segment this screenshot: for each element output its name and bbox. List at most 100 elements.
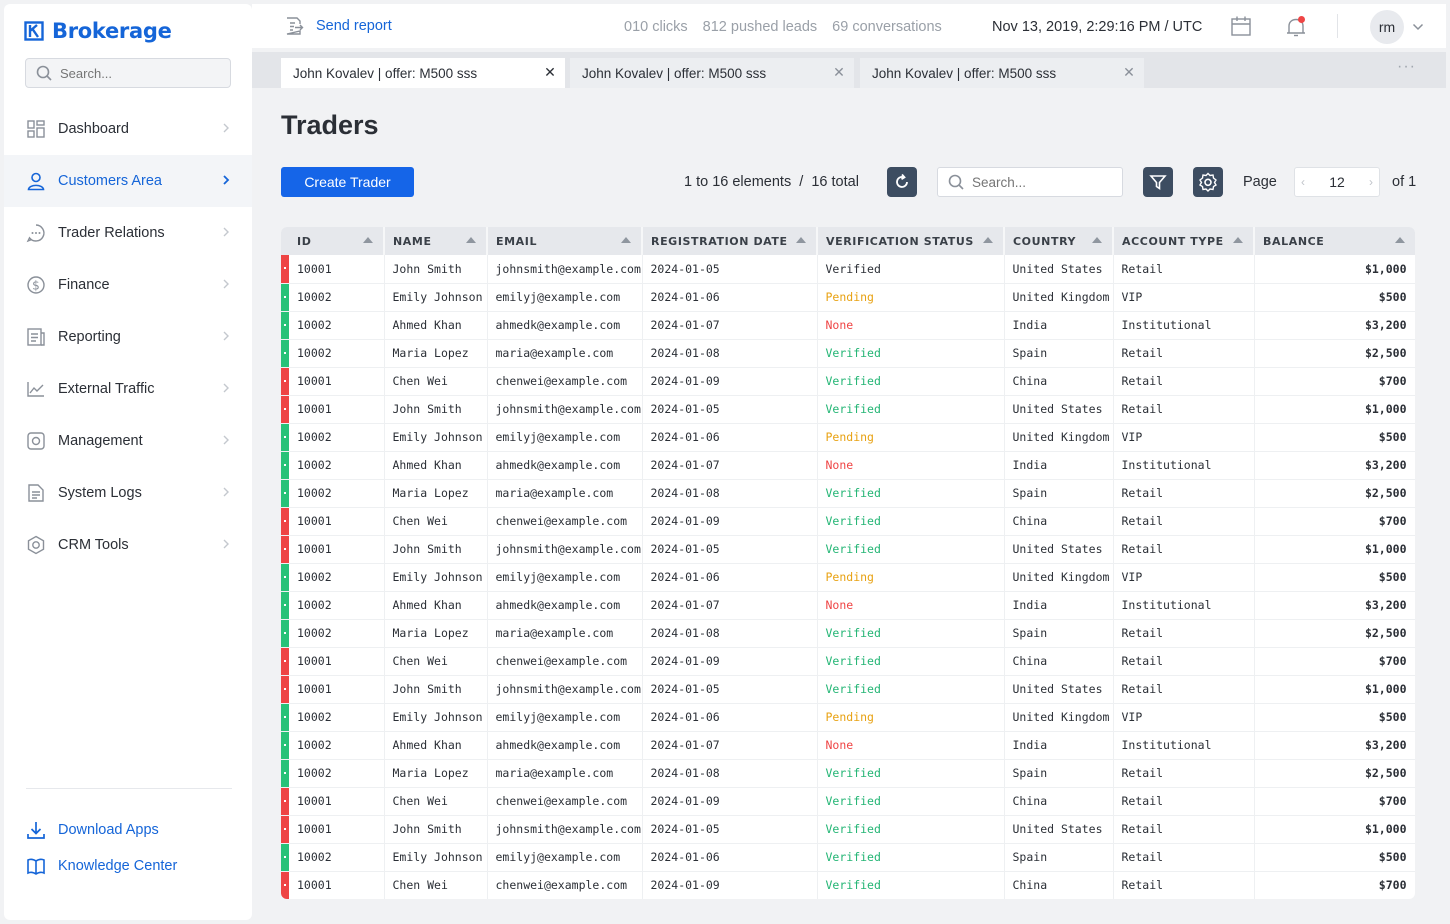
table-row[interactable]: 10001 Chen Wei chenwei@example.com 2024-01-… bbox=[281, 507, 1415, 536]
cell-name: Emily Johnson bbox=[384, 563, 488, 592]
sidebar-nav: Dashboard Customers Area Trader Relation… bbox=[4, 103, 252, 571]
table-row[interactable]: 10001 Chen Wei chenwei@example.com 2024-01-… bbox=[281, 787, 1415, 816]
cell-name: Ahmed Khan bbox=[384, 731, 488, 760]
sidebar-item-customers-area[interactable]: Customers Area bbox=[4, 155, 252, 207]
row-status-indicator bbox=[281, 871, 289, 899]
sidebar-search[interactable] bbox=[25, 58, 231, 88]
sidebar-search-input[interactable] bbox=[60, 65, 220, 81]
table-row[interactable]: 10002 Ahmed Khan ahmedk@example.com 2024-01… bbox=[281, 311, 1415, 340]
cell-email: johnsmith@example.com bbox=[487, 535, 643, 564]
table-row[interactable]: 10001 Chen Wei chenwei@example.com 2024-01-… bbox=[281, 367, 1415, 396]
tab-trader-1[interactable]: John Kovalev | offer: M500 sss ✕ bbox=[281, 58, 565, 88]
page-stepper[interactable]: ‹ 12 › bbox=[1294, 167, 1380, 197]
tab-trader-2[interactable]: John Kovalev | offer: M500 sss ✕ bbox=[570, 58, 854, 88]
table-row[interactable]: 10002 Emily Johnson emilyj@example.com 2024… bbox=[281, 563, 1415, 592]
chevron-right-icon[interactable]: › bbox=[1369, 175, 1373, 189]
column-header-balance[interactable]: BALANCE bbox=[1254, 227, 1415, 255]
cell-id: 10002 bbox=[289, 283, 385, 312]
sort-arrow-icon[interactable] bbox=[363, 237, 373, 243]
cell-verification-status: Verified bbox=[817, 843, 1005, 872]
sort-arrow-icon[interactable] bbox=[466, 237, 476, 243]
column-header-email[interactable]: EMAIL bbox=[487, 227, 643, 255]
cell-verification-status: Verified bbox=[817, 675, 1005, 704]
sort-arrow-icon[interactable] bbox=[1395, 237, 1405, 243]
chevron-down-icon[interactable] bbox=[1412, 23, 1424, 31]
column-header-country[interactable]: COUNTRY bbox=[1004, 227, 1114, 255]
sort-arrow-icon[interactable] bbox=[1233, 237, 1243, 243]
avatar[interactable]: rm bbox=[1370, 10, 1404, 44]
column-header-verification-status[interactable]: VERIFICATION STATUS bbox=[817, 227, 1005, 255]
refresh-button[interactable] bbox=[887, 167, 917, 197]
table-row[interactable]: 10002 Maria Lopez maria@example.com 2024-01… bbox=[281, 339, 1415, 368]
knowledge-center-link[interactable]: Knowledge Center bbox=[26, 856, 177, 876]
cell-country: United States bbox=[1004, 255, 1114, 284]
brand-logo[interactable]: Brokerage bbox=[24, 16, 172, 46]
table-row[interactable]: 10002 Maria Lopez maria@example.com 2024-01… bbox=[281, 619, 1415, 648]
close-icon[interactable]: ✕ bbox=[832, 65, 846, 79]
sidebar-item-external-traffic[interactable]: External Traffic bbox=[4, 363, 252, 415]
table-row[interactable]: 10002 Emily Johnson emilyj@example.com 2024… bbox=[281, 703, 1415, 732]
cell-account-type: Retail bbox=[1113, 255, 1255, 284]
column-header-name[interactable]: NAME bbox=[384, 227, 488, 255]
table-row[interactable]: 10001 John Smith johnsmith@example.com 2024… bbox=[281, 535, 1415, 564]
cell-balance: $700 bbox=[1254, 871, 1415, 899]
settings-icon bbox=[1199, 172, 1217, 192]
cell-registration-date: 2024-01-09 bbox=[642, 507, 818, 536]
send-report-button[interactable]: Send report bbox=[284, 16, 392, 36]
filter-button[interactable] bbox=[1143, 167, 1173, 197]
close-icon[interactable]: ✕ bbox=[1122, 65, 1136, 79]
table-row[interactable]: 10001 John Smith johnsmith@example.com 2024… bbox=[281, 675, 1415, 704]
sort-arrow-icon[interactable] bbox=[796, 237, 806, 243]
table-row[interactable]: 10001 John Smith johnsmith@example.com 2024… bbox=[281, 815, 1415, 844]
cell-id: 10001 bbox=[289, 871, 385, 899]
table-row[interactable]: 10002 Ahmed Khan ahmedk@example.com 2024-01… bbox=[281, 731, 1415, 760]
table-row[interactable]: 10002 Ahmed Khan ahmedk@example.com 2024-01… bbox=[281, 451, 1415, 480]
sidebar-item-management[interactable]: Management bbox=[4, 415, 252, 467]
download-apps-link[interactable]: Download Apps bbox=[26, 820, 159, 840]
sidebar-item-crm-tools[interactable]: CRM Tools bbox=[4, 519, 252, 571]
table-row[interactable]: 10002 Emily Johnson emilyj@example.com 2024… bbox=[281, 843, 1415, 872]
sort-arrow-icon[interactable] bbox=[1092, 237, 1102, 243]
sort-arrow-icon[interactable] bbox=[621, 237, 631, 243]
sort-arrow-icon[interactable] bbox=[983, 237, 993, 243]
sidebar-item-finance[interactable]: $ Finance bbox=[4, 259, 252, 311]
table-row[interactable]: 10002 Maria Lopez maria@example.com 2024-01… bbox=[281, 759, 1415, 788]
table-row[interactable]: 10001 Chen Wei chenwei@example.com 2024-01-… bbox=[281, 871, 1415, 899]
cell-verification-status: None bbox=[817, 451, 1005, 480]
cell-account-type: Retail bbox=[1113, 339, 1255, 368]
page-number[interactable]: 12 bbox=[1329, 174, 1345, 190]
cell-country: China bbox=[1004, 787, 1114, 816]
table-row[interactable]: 10002 Ahmed Khan ahmedk@example.com 2024-01… bbox=[281, 591, 1415, 620]
cell-email: chenwei@example.com bbox=[487, 871, 643, 899]
chevron-left-icon[interactable]: ‹ bbox=[1301, 175, 1305, 189]
settings-button[interactable] bbox=[1193, 167, 1223, 197]
book-icon bbox=[27, 858, 45, 875]
cell-balance: $1,000 bbox=[1254, 815, 1415, 844]
create-trader-button[interactable]: Create Trader bbox=[281, 167, 414, 197]
column-header-id[interactable]: ID bbox=[289, 227, 385, 255]
table-search-input[interactable] bbox=[972, 174, 1112, 190]
close-icon[interactable]: ✕ bbox=[543, 65, 557, 79]
table-row[interactable]: 10001 John Smith johnsmith@example.com 2024… bbox=[281, 395, 1415, 424]
table-row[interactable]: 10001 John Smith johnsmith@example.com 2024… bbox=[281, 255, 1415, 284]
sidebar-item-label: System Logs bbox=[58, 485, 142, 501]
table-search[interactable] bbox=[937, 167, 1123, 197]
sidebar-item-dashboard[interactable]: Dashboard bbox=[4, 103, 252, 155]
calendar-icon[interactable] bbox=[1230, 15, 1252, 37]
more-tabs-icon[interactable]: ··· bbox=[1397, 58, 1416, 76]
tab-trader-3[interactable]: John Kovalev | offer: M500 sss ✕ bbox=[860, 58, 1144, 88]
table-row[interactable]: 10002 Emily Johnson emilyj@example.com 2024… bbox=[281, 283, 1415, 312]
brokerage-logo-icon bbox=[24, 21, 44, 41]
table-row[interactable]: 10002 Maria Lopez maria@example.com 2024-01… bbox=[281, 479, 1415, 508]
row-status-indicator bbox=[281, 759, 289, 788]
sidebar-item-trader-relations[interactable]: Trader Relations bbox=[4, 207, 252, 259]
sidebar-item-system-logs[interactable]: System Logs bbox=[4, 467, 252, 519]
table-row[interactable]: 10001 Chen Wei chenwei@example.com 2024-01-… bbox=[281, 647, 1415, 676]
column-header-registration-date[interactable]: REGISTRATION DATE bbox=[642, 227, 818, 255]
sidebar-item-reporting[interactable]: Reporting bbox=[4, 311, 252, 363]
row-status-indicator bbox=[281, 423, 289, 452]
cell-verification-status: Verified bbox=[817, 647, 1005, 676]
table-row[interactable]: 10002 Emily Johnson emilyj@example.com 2024… bbox=[281, 423, 1415, 452]
column-header-account-type[interactable]: ACCOUNT TYPE bbox=[1113, 227, 1255, 255]
bell-icon[interactable] bbox=[1284, 15, 1308, 39]
